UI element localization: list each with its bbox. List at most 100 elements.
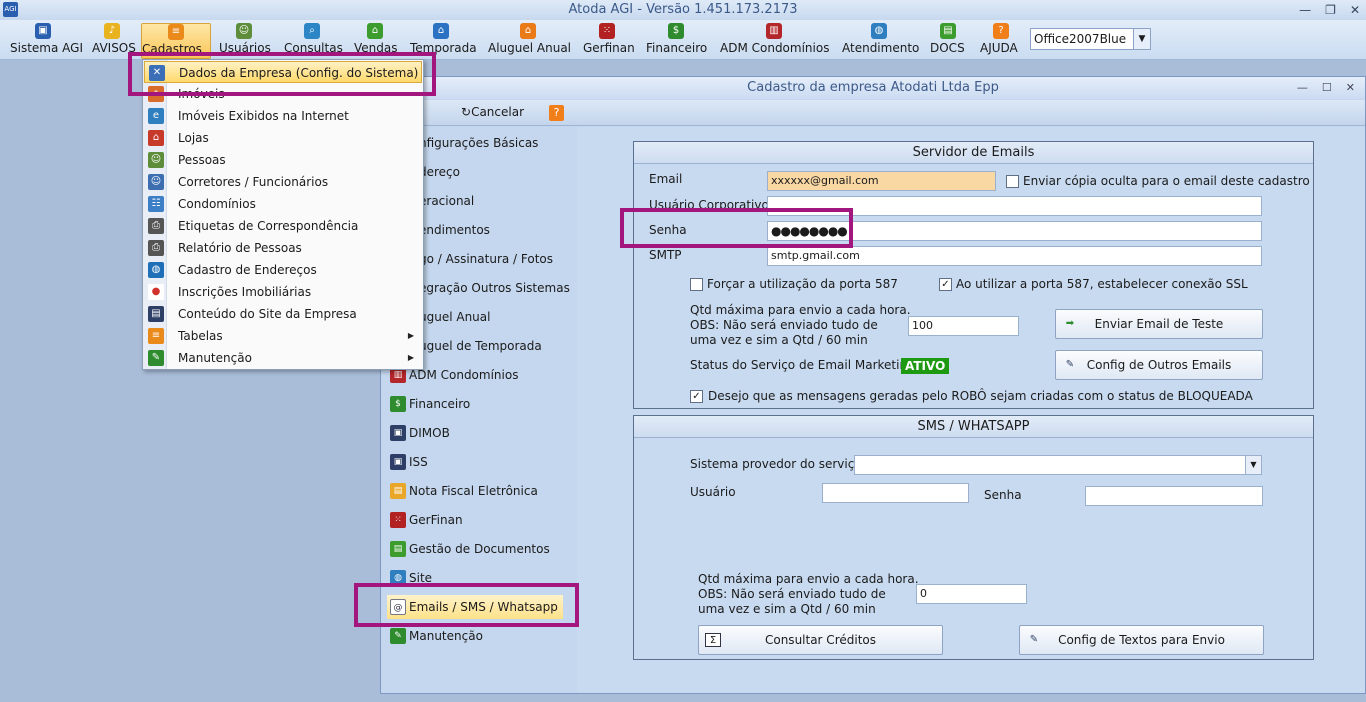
printer-icon: ⎙ <box>148 218 164 234</box>
globe-icon: ◍ <box>871 23 887 39</box>
sms-qty-label-3: uma vez e sim a Qtd / 60 min <box>698 602 876 616</box>
qty-label-3: uma vez e sim a Qtd / 60 min <box>690 333 868 347</box>
search-icon: ⌕ <box>304 23 320 39</box>
ssl-label: Ao utilizar a porta 587, estabelecer con… <box>956 277 1248 291</box>
menu-item-manutencao[interactable]: ✎ Manutenção ▶ <box>144 347 422 369</box>
status-badge: ATIVO <box>901 358 950 374</box>
database-icon: ≡ <box>168 24 184 40</box>
help-icon[interactable]: ? <box>549 105 564 121</box>
check-credits-button[interactable]: Σ Consultar Créditos <box>698 625 943 655</box>
window-title: Atoda AGI - Versão 1.451.173.2173 <box>568 2 798 17</box>
theme-select[interactable]: Office2007Blue ▼ <box>1030 28 1151 50</box>
menu-item-enderecos[interactable]: ◍ Cadastro de Endereços <box>144 259 422 281</box>
menu-item-condominios[interactable]: ☷ Condomínios <box>144 193 422 215</box>
robot-blocked-label: Desejo que as mensagens geradas pelo ROB… <box>708 389 1253 403</box>
menu-item-corretores[interactable]: ☺ Corretores / Funcionários <box>144 171 422 193</box>
house-icon: ⌂ <box>433 23 449 39</box>
child-minimize-icon[interactable]: — <box>1297 77 1308 99</box>
ribbon-atendimento[interactable]: ◍ Atendimento <box>842 23 919 59</box>
smtp-label: SMTP <box>649 248 682 262</box>
document-icon: ▤ <box>390 483 406 499</box>
provider-label: Sistema provedor do serviço <box>690 457 862 471</box>
sms-qty-field[interactable]: 0 <box>916 584 1027 604</box>
child-toolbar: ar ↻Cancelar ? <box>381 100 1365 126</box>
ribbon-avisos[interactable]: ♪ AVISOS <box>92 23 136 59</box>
window-titlebar: AGI Atoda AGI - Versão 1.451.173.2173 — … <box>0 0 1366 20</box>
close-icon[interactable]: ✕ <box>1350 0 1360 20</box>
chevron-down-icon[interactable]: ▼ <box>1245 456 1261 474</box>
submenu-arrow-icon: ▶ <box>407 331 414 340</box>
provider-select[interactable]: ▼ <box>854 455 1262 475</box>
edit-form-icon: ✎ <box>1065 359 1075 370</box>
config-texts-button[interactable]: ✎ Config de Textos para Envio <box>1019 625 1264 655</box>
smtp-field[interactable]: smtp.gmail.com <box>767 246 1262 266</box>
menu-item-tabelas[interactable]: ≡ Tabelas ▶ <box>144 325 422 347</box>
ribbon-aluguel-anual[interactable]: ⌂ Aluguel Anual <box>488 23 571 59</box>
person-icon: ☺ <box>148 152 164 168</box>
ribbon-adm-condominios[interactable]: ▥ ADM Condomínios <box>720 23 829 59</box>
tools-icon: ✎ <box>390 628 406 644</box>
grid-icon: ⁙ <box>390 512 406 528</box>
menu-item-etiquetas[interactable]: ⎙ Etiquetas de Correspondência <box>144 215 422 237</box>
bell-icon: ♪ <box>104 23 120 39</box>
menu-item-inscricoes[interactable]: ● Inscrições Imobiliárias <box>144 281 422 303</box>
qty-field[interactable]: 100 <box>908 316 1019 336</box>
force587-checkbox[interactable] <box>690 278 703 291</box>
ie-icon: e <box>148 108 164 124</box>
submenu-arrow-icon: ▶ <box>407 353 414 362</box>
email-group-title: Servidor de Emails <box>634 142 1313 164</box>
ribbon-docs[interactable]: ▤ DOCS <box>930 23 966 59</box>
highlight-dados-empresa <box>128 52 436 96</box>
building-icon: ▥ <box>766 23 782 39</box>
ssl-checkbox[interactable]: ✓ <box>939 278 952 291</box>
ribbon-financeiro[interactable]: $ Financeiro <box>646 23 707 59</box>
sms-qty-label-2: OBS: Não será enviado tudo de <box>698 587 886 601</box>
globe-icon: ◍ <box>148 262 164 278</box>
status-label: Status do Serviço de Email Marketing <box>690 358 915 372</box>
menu-item-lojas[interactable]: ⌂ Lojas <box>144 127 422 149</box>
menu-item-conteudo-site[interactable]: ▤ Conteúdo do Site da Empresa <box>144 303 422 325</box>
ribbon-gerfinan[interactable]: ⁙ Gerfinan <box>583 23 635 59</box>
sms-user-field[interactable] <box>822 483 969 503</box>
iss-icon: ▣ <box>390 454 406 470</box>
sigma-icon: Σ <box>705 633 721 647</box>
sms-password-field[interactable] <box>1085 486 1263 506</box>
person-icon: ☺ <box>148 174 164 190</box>
database-icon: ≡ <box>148 328 164 344</box>
chevron-down-icon[interactable]: ▼ <box>1133 29 1150 49</box>
highlight-senha <box>620 208 853 248</box>
email-field[interactable]: xxxxxx@gmail.com <box>767 171 996 191</box>
cancel-button[interactable]: ↻Cancelar <box>461 105 524 119</box>
force587-label: Forçar a utilização da porta 587 <box>707 277 898 291</box>
ribbon-sistema-agi[interactable]: ▣ Sistema AGI <box>10 23 83 59</box>
bcc-checkbox[interactable] <box>1006 175 1019 188</box>
email-label: Email <box>649 172 683 186</box>
printer-icon: ⎙ <box>148 240 164 256</box>
sms-user-label: Usuário <box>690 485 736 499</box>
users-icon: ☺ <box>236 23 252 39</box>
restore-icon[interactable]: ❐ <box>1325 0 1336 20</box>
bcc-label: Enviar cópia oculta para o email deste c… <box>1023 174 1310 188</box>
menu-item-imoveis-internet[interactable]: e Imóveis Exibidos na Internet <box>144 105 422 127</box>
other-emails-button[interactable]: ✎ Config de Outros Emails <box>1055 350 1263 380</box>
dimob-icon: ▣ <box>390 425 406 441</box>
sms-password-label: Senha <box>984 488 1022 502</box>
store-icon: ⌂ <box>148 130 164 146</box>
company-window-title: Cadastro da empresa Atodati Ltda Epp — ☐… <box>381 77 1365 99</box>
send-test-email-button[interactable]: ➡ Enviar Email de Teste <box>1055 309 1263 339</box>
cadastros-menu: ✕ Dados da Empresa (Config. do Sistema) ⌂… <box>142 59 424 370</box>
menu-item-relatorio-pessoas[interactable]: ⎙ Relatório de Pessoas <box>144 237 422 259</box>
sms-whatsapp-group: SMS / WHATSAPP Sistema provedor do servi… <box>633 415 1314 660</box>
grid-icon: ⁙ <box>599 23 615 39</box>
child-close-icon[interactable]: ✕ <box>1346 77 1355 99</box>
robot-blocked-checkbox[interactable]: ✓ <box>690 390 703 403</box>
menu-item-pessoas[interactable]: ☺ Pessoas <box>144 149 422 171</box>
child-maximize-icon[interactable]: ☐ <box>1322 77 1332 99</box>
tools-icon: ✎ <box>148 350 164 366</box>
minimize-icon[interactable]: — <box>1299 0 1311 20</box>
sms-group-title: SMS / WHATSAPP <box>634 416 1313 438</box>
ribbon-ajuda[interactable]: ? AJUDA <box>980 23 1022 59</box>
folder-icon: ▤ <box>390 541 406 557</box>
qty-label-2: OBS: Não será enviado tudo de <box>690 318 878 332</box>
highlight-emails-nav <box>354 583 579 627</box>
